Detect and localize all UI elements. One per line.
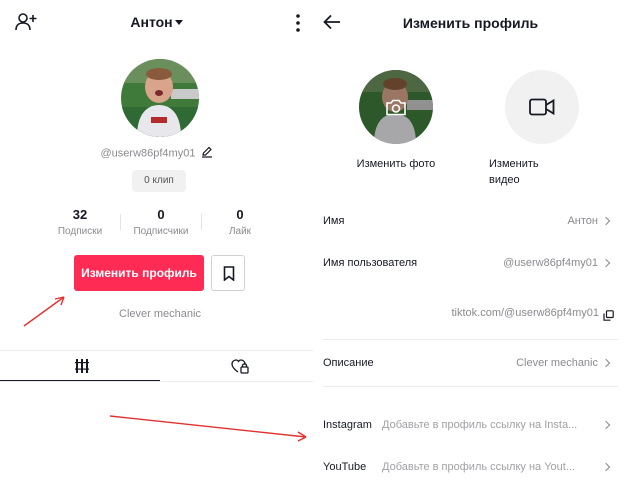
- youtube-label: YouTube: [323, 461, 367, 473]
- chevron-right-icon: [601, 462, 611, 472]
- chevron-right-icon: [601, 420, 611, 430]
- change-photo-label[interactable]: Изменить фото: [343, 156, 449, 172]
- instagram-label: Instagram: [323, 419, 372, 431]
- instagram-placeholder: Добавьте в профиль ссылку на Insta...: [382, 419, 578, 431]
- description-label: Описание: [323, 357, 374, 369]
- instagram-row[interactable]: Instagram Добавьте в профиль ссылку на I…: [313, 414, 628, 438]
- username-label: Имя пользователя: [323, 257, 418, 269]
- stat-followers[interactable]: 0 Подписчики: [123, 207, 199, 237]
- video-camera-icon: [529, 98, 555, 121]
- username-value: @userw86pf4my01: [503, 257, 598, 269]
- description-value: Clever mechanic: [516, 357, 598, 369]
- divider: [323, 386, 618, 387]
- video-placeholder[interactable]: [505, 70, 579, 144]
- change-video-line1: Изменить: [489, 158, 539, 170]
- chevron-right-icon: [601, 216, 611, 226]
- name-value: Антон: [567, 215, 598, 227]
- description-row[interactable]: Описание Clever mechanic: [313, 352, 628, 376]
- chevron-down-icon: [174, 19, 183, 25]
- change-video-line2: видео: [489, 174, 520, 186]
- grid-icon: [75, 359, 89, 378]
- change-video-label[interactable]: Изменить видео: [489, 156, 561, 188]
- stat-following[interactable]: 32 Подписки: [42, 207, 118, 237]
- stat-likes[interactable]: 0 Лайк: [202, 207, 278, 237]
- copy-icon[interactable]: [603, 308, 614, 326]
- chevron-right-icon: [601, 258, 611, 268]
- divider: [0, 350, 313, 351]
- username-row[interactable]: Имя пользователя @userw86pf4my01: [313, 252, 628, 276]
- tab-liked[interactable]: [228, 356, 252, 376]
- more-vertical-icon[interactable]: [294, 13, 302, 33]
- profile-link: tiktok.com/@userw86pf4my01: [451, 307, 599, 319]
- tab-videos[interactable]: [70, 356, 94, 376]
- edit-profile-panel: Изменить профиль Изменить фото Изменить …: [313, 0, 628, 493]
- stat-value: 32: [72, 207, 88, 222]
- avatar[interactable]: [121, 59, 199, 137]
- stat-label: Подписки: [57, 226, 103, 237]
- profile-title[interactable]: Антон: [0, 14, 313, 30]
- name-row[interactable]: Имя Антон: [313, 210, 628, 234]
- youtube-placeholder: Добавьте в профиль ссылку на Yout...: [382, 461, 576, 473]
- heart-lock-icon: [231, 359, 249, 379]
- stat-label: Лайк: [228, 226, 252, 237]
- bookmark-button[interactable]: [211, 255, 245, 291]
- username-row: @userw86pf4my01: [0, 146, 313, 161]
- username: @userw86pf4my01: [100, 147, 196, 160]
- stat-value: 0: [236, 207, 244, 222]
- edit-profile-button[interactable]: Изменить профиль: [74, 255, 204, 291]
- divider: [0, 381, 313, 382]
- profile-panel: Антон @userw86pf4my01 0 клип 32 Подписки…: [0, 0, 313, 493]
- profile-photo[interactable]: [359, 70, 433, 144]
- name-label: Имя: [323, 215, 345, 227]
- youtube-row[interactable]: YouTube Добавьте в профиль ссылку на You…: [313, 456, 628, 480]
- stat-value: 0: [157, 207, 165, 222]
- divider: [323, 339, 618, 340]
- page-title: Изменить профиль: [402, 15, 539, 31]
- chevron-right-icon: [601, 358, 611, 368]
- camera-icon: [385, 99, 407, 116]
- bio: Clever mechanic: [119, 308, 201, 320]
- pencil-icon[interactable]: [201, 146, 213, 161]
- stat-label: Подписчики: [133, 226, 189, 237]
- divider: [120, 214, 121, 230]
- profile-link-row[interactable]: tiktok.com/@userw86pf4my01: [313, 304, 628, 324]
- profile-name: Антон: [130, 14, 173, 30]
- clips-badge: 0 клип: [132, 170, 186, 192]
- bookmark-icon: [223, 266, 235, 286]
